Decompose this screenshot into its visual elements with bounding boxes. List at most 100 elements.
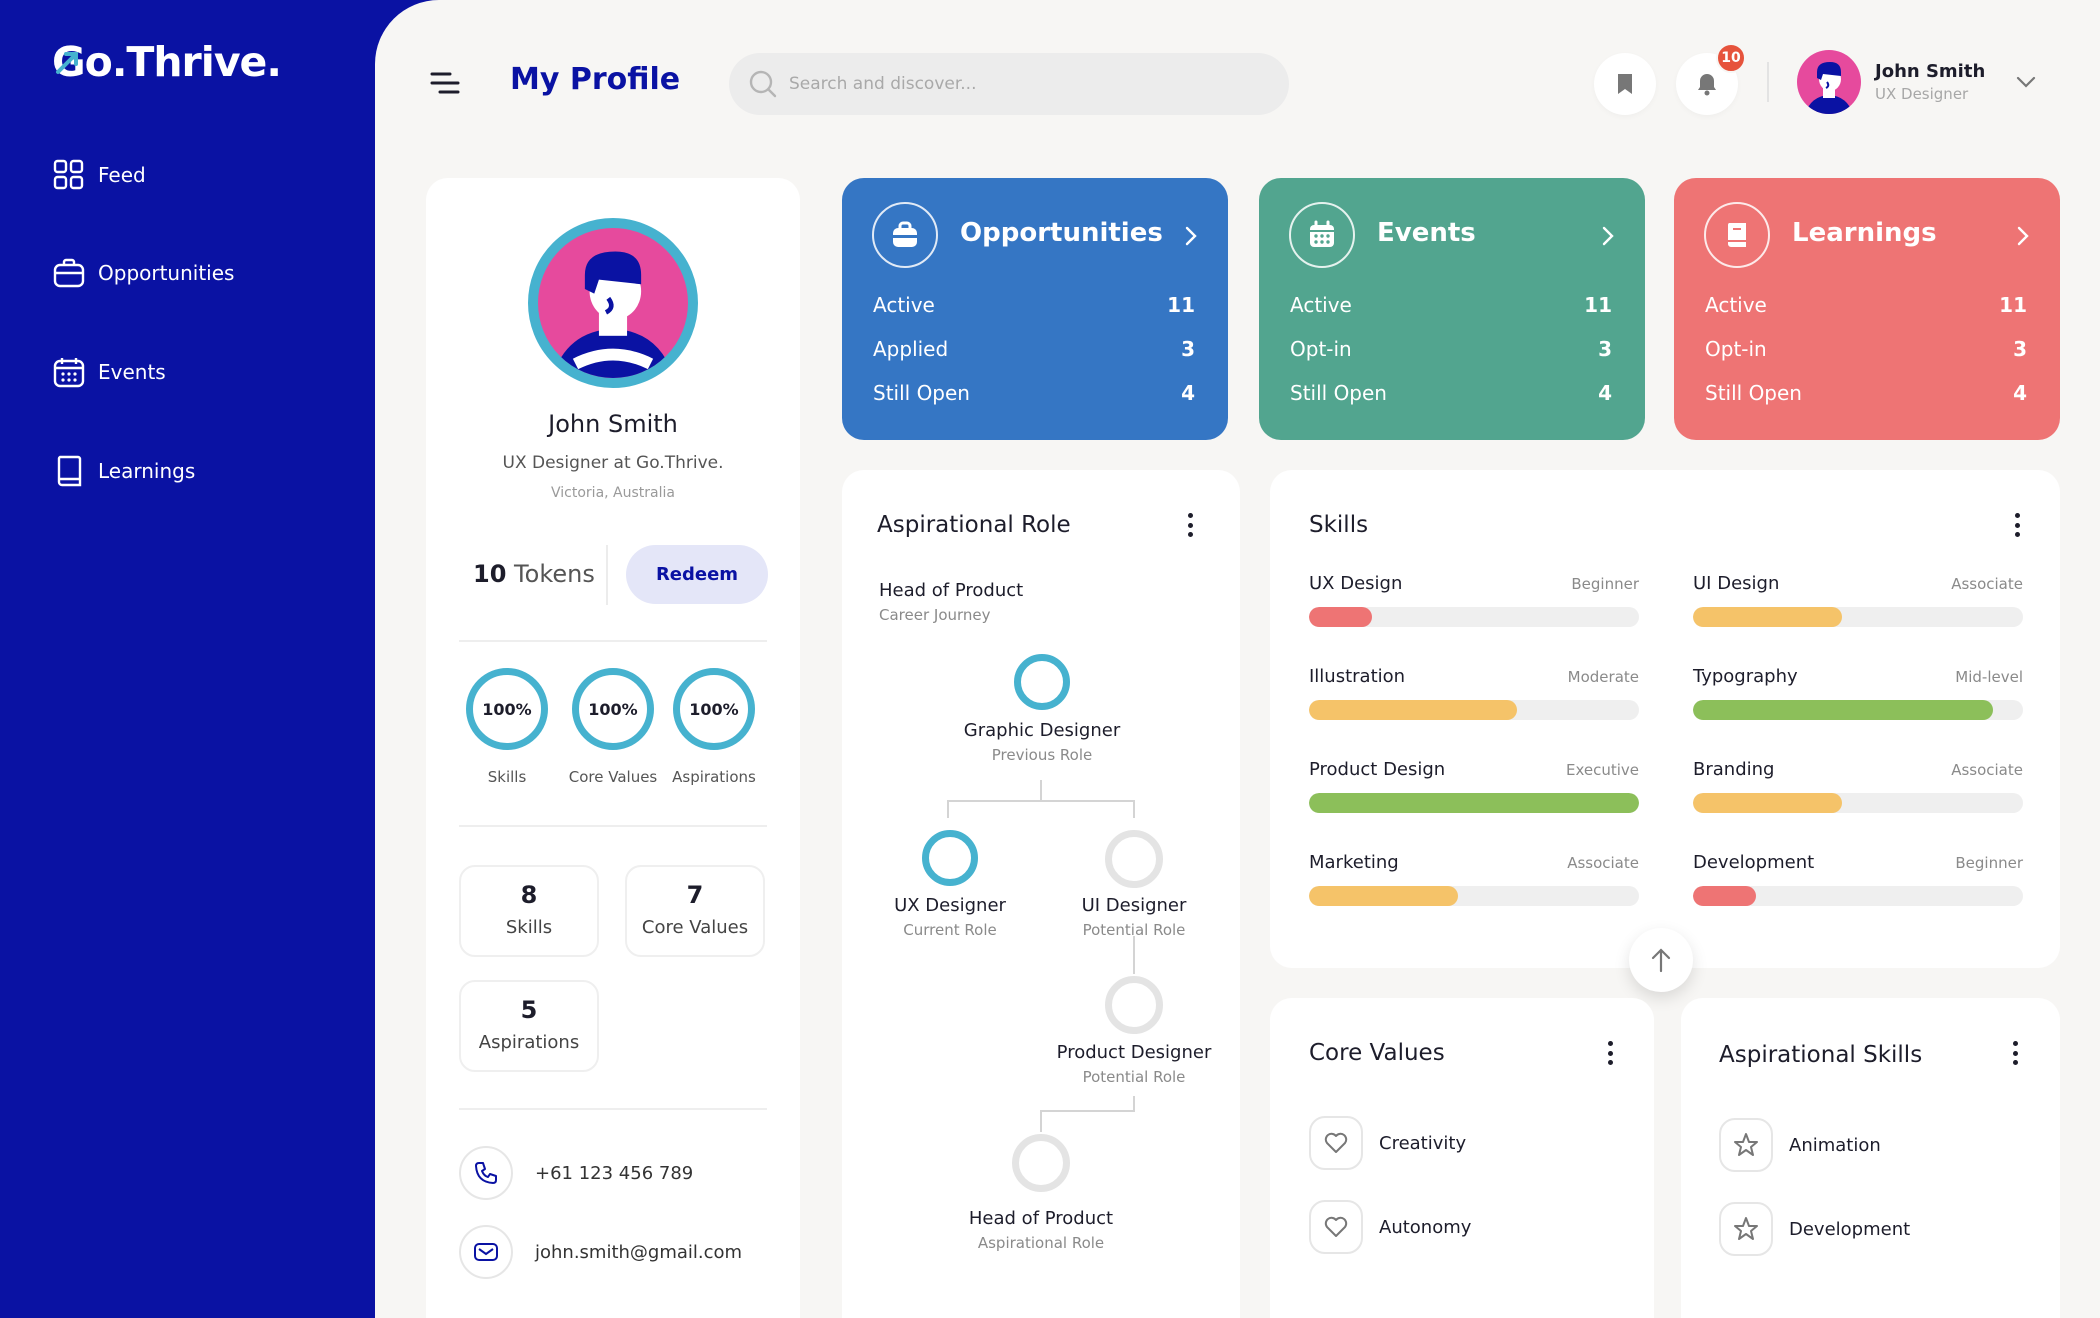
menu-icon[interactable] <box>430 70 460 96</box>
email-contact[interactable]: john.smith@gmail.com <box>459 1225 742 1279</box>
role-node-potential[interactable] <box>1105 830 1163 888</box>
skill-level: Moderate <box>1567 668 1639 686</box>
book-icon-wrap <box>1704 202 1770 268</box>
skill-progress-fill <box>1309 700 1517 720</box>
star-icon <box>1734 1133 1758 1156</box>
aspirational-skill-item[interactable]: Development <box>1719 1202 1910 1256</box>
book-icon <box>1727 223 1746 247</box>
more-options-button[interactable] <box>2003 1038 2027 1068</box>
card-title: Skills <box>1309 512 1369 538</box>
connector-line <box>947 800 949 818</box>
role-node-aspirational[interactable] <box>1012 1134 1070 1192</box>
search-input[interactable] <box>789 74 1269 94</box>
role-node-label: UI Designer <box>1081 895 1187 916</box>
core-values-progress-ring: 100% <box>572 668 654 750</box>
calendar-icon <box>1310 220 1334 247</box>
skill-progress-fill <box>1693 700 1994 720</box>
aspirational-skills-card: Aspirational Skills Animation Developmen… <box>1681 998 2060 1318</box>
header-divider <box>1767 62 1769 102</box>
career-goal-sub: Career Journey <box>879 606 991 624</box>
sidebar-item-feed[interactable]: Feed <box>52 155 146 195</box>
stat-row-label: Opt-in <box>1705 337 1767 361</box>
skills-count-box[interactable]: 8 Skills <box>459 865 599 957</box>
sidebar-item-learnings[interactable]: Learnings <box>52 451 195 491</box>
role-node-potential[interactable] <box>1105 976 1163 1034</box>
sidebar-item-events[interactable]: Events <box>52 352 166 392</box>
stat-row: Active 11 <box>873 293 1195 317</box>
skill-level: Associate <box>1951 761 2023 779</box>
main-panel: My Profile 10 John Smith UX Designer Joh… <box>375 0 2100 1318</box>
role-node-label: UX Designer <box>894 895 1006 916</box>
heart-icon <box>1324 1132 1348 1153</box>
more-options-button[interactable] <box>2005 510 2029 540</box>
scroll-to-top-button[interactable] <box>1629 928 1693 992</box>
opportunities-card[interactable]: Opportunities Active 11 Applied 3 Still Op… <box>842 178 1228 440</box>
aspirations-count-box[interactable]: 5 Aspirations <box>459 980 599 1072</box>
heart-icon-wrap <box>1309 1200 1363 1254</box>
card-title: Learnings <box>1792 218 1937 248</box>
card-title: Aspirational Skills <box>1719 1042 1923 1068</box>
calendar-icon <box>53 358 85 388</box>
role-node-current[interactable] <box>922 830 978 886</box>
notifications-button[interactable]: 10 <box>1676 43 1746 115</box>
more-options-button[interactable] <box>1178 510 1202 540</box>
aspirational-skill-item[interactable]: Animation <box>1719 1118 1881 1172</box>
stat-row: Active 11 <box>1290 293 1612 317</box>
arrow-up-icon <box>1651 948 1671 973</box>
core-values-card: Core Values Creativity Autonomy <box>1270 998 1654 1318</box>
stat-row-label: Active <box>1705 293 1767 317</box>
skill-level: Executive <box>1565 761 1639 779</box>
core-value-item[interactable]: Creativity <box>1309 1116 1466 1170</box>
briefcase-icon <box>893 221 917 247</box>
core-value-label: Autonomy <box>1379 1216 1472 1238</box>
skill-name: Development <box>1693 852 1815 873</box>
divider <box>459 640 767 642</box>
profile-name: John Smith <box>548 410 678 438</box>
user-role: UX Designer <box>1875 85 1969 103</box>
logo-arrow-icon <box>56 52 78 74</box>
stat-row-label: Opt-in <box>1290 337 1352 361</box>
phone-contact[interactable]: +61 123 456 789 <box>459 1146 693 1200</box>
role-node-previous[interactable] <box>1014 654 1070 710</box>
stat-row-value: 3 <box>2013 337 2027 361</box>
role-node-sub: Current Role <box>903 921 997 939</box>
divider <box>459 825 767 827</box>
learnings-card[interactable]: Learnings Active 11 Opt-in 3 Still Open 4 <box>1674 178 2060 440</box>
profile-card: John Smith UX Designer at Go.Thrive. Vic… <box>426 178 800 1318</box>
connector-line <box>1040 1110 1042 1132</box>
connector-line <box>1133 936 1135 974</box>
skill-level: Associate <box>1567 854 1639 872</box>
role-node-sub: Previous Role <box>991 746 1093 764</box>
skill-progress-bar <box>1309 607 1639 627</box>
stat-row: Still Open 4 <box>873 381 1195 405</box>
more-options-button[interactable] <box>1598 1038 1622 1068</box>
events-card[interactable]: Events Active 11 Opt-in 3 Still Open 4 <box>1259 178 1645 440</box>
brand-logo[interactable]: Go.Thrive. <box>52 38 282 86</box>
bell-icon <box>1698 74 1716 96</box>
core-values-count-box[interactable]: 7 Core Values <box>625 865 765 957</box>
mail-icon <box>474 1243 498 1261</box>
chevron-right-icon[interactable] <box>2016 225 2030 247</box>
bookmark-button[interactable] <box>1594 53 1656 115</box>
chevron-right-icon[interactable] <box>1601 225 1615 247</box>
core-value-item[interactable]: Autonomy <box>1309 1200 1471 1254</box>
chevron-right-icon[interactable] <box>1184 225 1198 247</box>
star-icon-wrap <box>1719 1202 1773 1256</box>
skill-name: Product Design <box>1309 759 1446 780</box>
search-bar[interactable] <box>729 53 1289 115</box>
stat-number: 5 <box>520 996 538 1024</box>
redeem-button[interactable]: Redeem <box>626 545 768 604</box>
user-menu[interactable]: John Smith UX Designer <box>1797 50 2037 114</box>
skill-progress-bar <box>1693 793 2023 813</box>
stat-row-label: Active <box>1290 293 1352 317</box>
skill-name: UI Design <box>1693 573 1780 594</box>
progress-label: Aspirations <box>672 768 756 786</box>
skill-progress-fill <box>1693 607 1842 627</box>
skill-progress-bar <box>1693 886 2023 906</box>
profile-avatar <box>528 218 698 388</box>
avatar-illustration-icon <box>552 251 674 378</box>
sidebar-item-opportunities[interactable]: Opportunities <box>52 253 234 293</box>
tokens-divider <box>606 545 608 605</box>
stat-row-label: Still Open <box>1705 381 1802 405</box>
heart-icon-wrap <box>1309 1116 1363 1170</box>
